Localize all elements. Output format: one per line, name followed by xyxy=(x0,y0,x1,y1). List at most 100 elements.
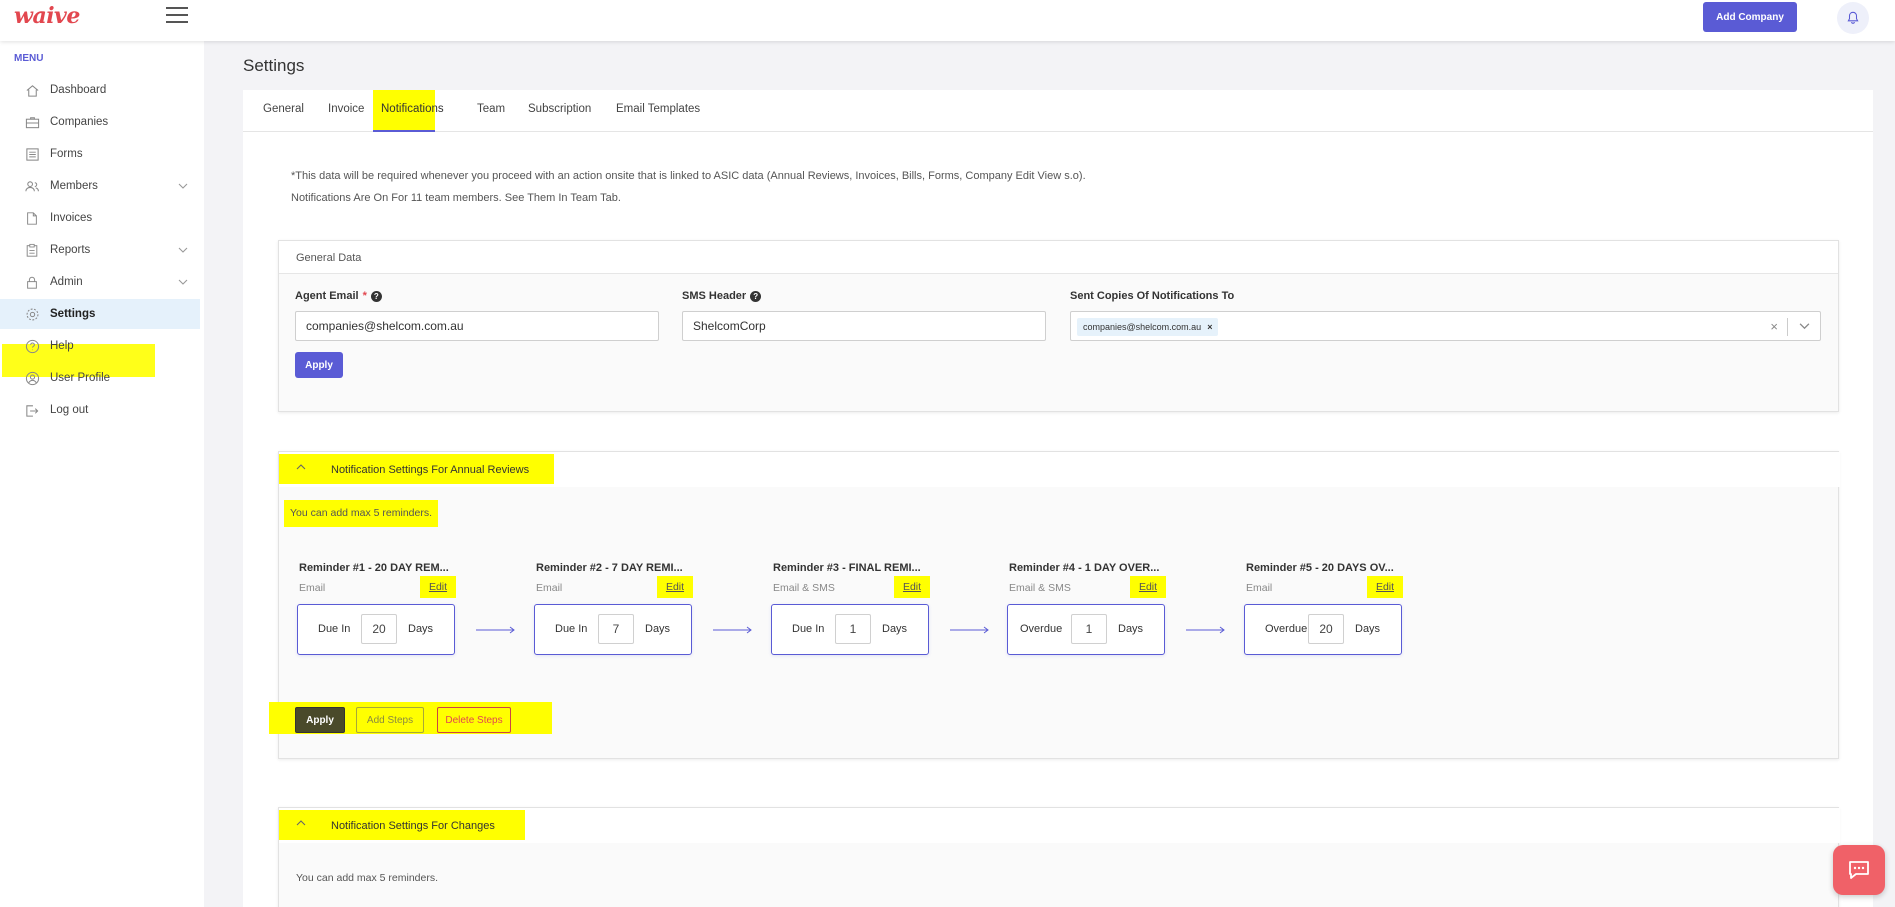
sms-header-label: SMS Header? xyxy=(682,290,762,302)
chevron-down-icon[interactable] xyxy=(1799,321,1810,333)
section-title: Notification Settings For Changes xyxy=(331,820,495,832)
help-icon[interactable]: ? xyxy=(370,290,382,302)
reminder-edit-link[interactable]: Edit xyxy=(420,576,456,598)
help-icon[interactable]: ? xyxy=(750,290,762,302)
hamburger-menu-icon[interactable] xyxy=(166,7,188,23)
section-title: Notification Settings For Annual Reviews xyxy=(331,464,530,476)
reminder-box: Due In Days xyxy=(771,604,929,655)
reminder-title: Reminder #5 - 20 DAYS OV... xyxy=(1246,562,1394,574)
email-chip: companies@shelcom.com.au × xyxy=(1077,318,1219,336)
reminder-days-input[interactable] xyxy=(1071,614,1107,644)
chip-remove-icon[interactable]: × xyxy=(1207,318,1212,336)
chevron-down-icon xyxy=(178,277,188,289)
reminder-title: Reminder #1 - 20 DAY REM... xyxy=(299,562,449,574)
team-notice-text: Notifications Are On For 11 team members… xyxy=(291,192,621,204)
chip-label: companies@shelcom.com.au xyxy=(1083,322,1202,332)
sent-copies-select[interactable]: companies@shelcom.com.au × × xyxy=(1070,311,1821,341)
reminder-box: Due In Days xyxy=(297,604,455,655)
sidebar-item-log-out[interactable]: Log out xyxy=(0,395,200,425)
chat-icon xyxy=(1849,861,1869,879)
sidebar-item-invoices[interactable]: Invoices xyxy=(0,203,200,233)
page-title: Settings xyxy=(243,56,305,75)
section-header[interactable]: Notification Settings For Changes xyxy=(279,808,1840,843)
sidebar-item-label: Members xyxy=(50,180,98,192)
tab-invoice[interactable]: Invoice xyxy=(328,90,364,132)
briefcase-icon xyxy=(24,114,40,130)
reminder-box: Due In Days xyxy=(534,604,692,655)
intro-text: *This data will be required whenever you… xyxy=(291,170,1086,182)
sidebar-item-forms[interactable]: Forms xyxy=(0,139,200,169)
sms-header-input[interactable] xyxy=(682,311,1046,341)
days-label: Days xyxy=(882,623,908,635)
sidebar-item-label: Settings xyxy=(50,308,96,320)
logout-icon xyxy=(24,402,40,418)
tab-notifications[interactable]: Notifications xyxy=(373,90,444,132)
annual-apply-button[interactable]: Apply xyxy=(295,707,345,733)
tab-bar: General Invoice Notifications Team Subsc… xyxy=(243,90,1873,132)
sidebar-item-members[interactable]: Members xyxy=(0,171,200,201)
tab-subscription[interactable]: Subscription xyxy=(528,90,591,132)
sidebar-item-dashboard[interactable]: Dashboard xyxy=(0,75,200,105)
sidebar-item-user-profile[interactable]: User Profile xyxy=(0,363,200,393)
sidebar-item-label: Admin xyxy=(50,276,83,288)
lock-icon xyxy=(24,274,40,290)
reminder-edit-link[interactable]: Edit xyxy=(1130,576,1166,598)
add-company-button[interactable]: Add Company xyxy=(1703,2,1797,32)
arrow-right-icon xyxy=(950,626,989,634)
app-logo[interactable]: waive xyxy=(14,3,80,29)
tab-team[interactable]: Team xyxy=(477,90,505,132)
gear-icon xyxy=(24,306,40,322)
sidebar-item-label: Forms xyxy=(50,148,83,160)
reminder-type: Email & SMS xyxy=(1009,582,1071,594)
form-icon xyxy=(24,146,40,162)
reminder-days-input[interactable] xyxy=(598,614,634,644)
reminder-edit-link[interactable]: Edit xyxy=(657,576,693,598)
reminder-label: Overdue xyxy=(1265,623,1308,635)
reminder-edit-link[interactable]: Edit xyxy=(894,576,930,598)
days-label: Days xyxy=(645,623,671,635)
clear-icon[interactable]: × xyxy=(1770,319,1778,334)
chevron-up-icon[interactable] xyxy=(296,462,306,474)
sidebar-item-admin[interactable]: Admin xyxy=(0,267,200,297)
tab-general[interactable]: General xyxy=(263,90,304,132)
chat-button[interactable] xyxy=(1833,845,1885,895)
sidebar-item-companies[interactable]: Companies xyxy=(0,107,200,137)
reminder-type: Email xyxy=(299,582,326,594)
sent-copies-label: Sent Copies Of Notifications To xyxy=(1070,290,1235,302)
sidebar-item-reports[interactable]: Reports xyxy=(0,235,200,265)
reminder-days-input[interactable] xyxy=(361,614,397,644)
reminder-type: Email xyxy=(536,582,563,594)
clipboard-icon xyxy=(24,242,40,258)
user-icon xyxy=(24,370,40,386)
sidebar-item-label: Invoices xyxy=(50,212,93,224)
top-bar: waive Add Company xyxy=(0,0,1895,41)
reminder-edit-link[interactable]: Edit xyxy=(1367,576,1403,598)
sidebar-item-help[interactable]: Help xyxy=(0,331,200,361)
arrow-right-icon xyxy=(1186,626,1225,634)
sidebar-item-settings[interactable]: Settings xyxy=(0,299,200,329)
reminder-box: Overdue Days xyxy=(1007,604,1165,655)
divider xyxy=(1787,318,1788,336)
chevron-down-icon xyxy=(178,181,188,193)
sidebar-item-label: Log out xyxy=(50,404,89,416)
reminder-label: Due In xyxy=(318,623,351,635)
delete-steps-button[interactable]: Delete Steps xyxy=(437,707,511,733)
section-header[interactable]: Notification Settings For Annual Reviews xyxy=(279,452,1840,487)
annual-reviews-card: Notification Settings For Annual Reviews… xyxy=(269,451,1840,759)
days-label: Days xyxy=(408,623,434,635)
agent-email-input[interactable] xyxy=(295,311,659,341)
add-steps-button[interactable]: Add Steps xyxy=(356,707,424,733)
notifications-bell-icon[interactable] xyxy=(1837,2,1869,34)
sidebar: MENU Dashboard Companies Forms Members I… xyxy=(0,41,204,907)
reminder-days-input[interactable] xyxy=(835,614,871,644)
sidebar-item-label: User Profile xyxy=(50,372,111,384)
tab-email-templates[interactable]: Email Templates xyxy=(616,90,700,132)
help-icon xyxy=(24,338,40,354)
reminder-type: Email xyxy=(1246,582,1273,594)
general-data-card: General Data Agent Email*? SMS Header? S… xyxy=(278,240,1839,412)
document-icon xyxy=(24,210,40,226)
general-apply-button[interactable]: Apply xyxy=(295,352,343,378)
reminder-days-input[interactable] xyxy=(1308,614,1344,644)
chevron-up-icon[interactable] xyxy=(296,818,306,830)
menu-label: MENU xyxy=(14,53,44,64)
